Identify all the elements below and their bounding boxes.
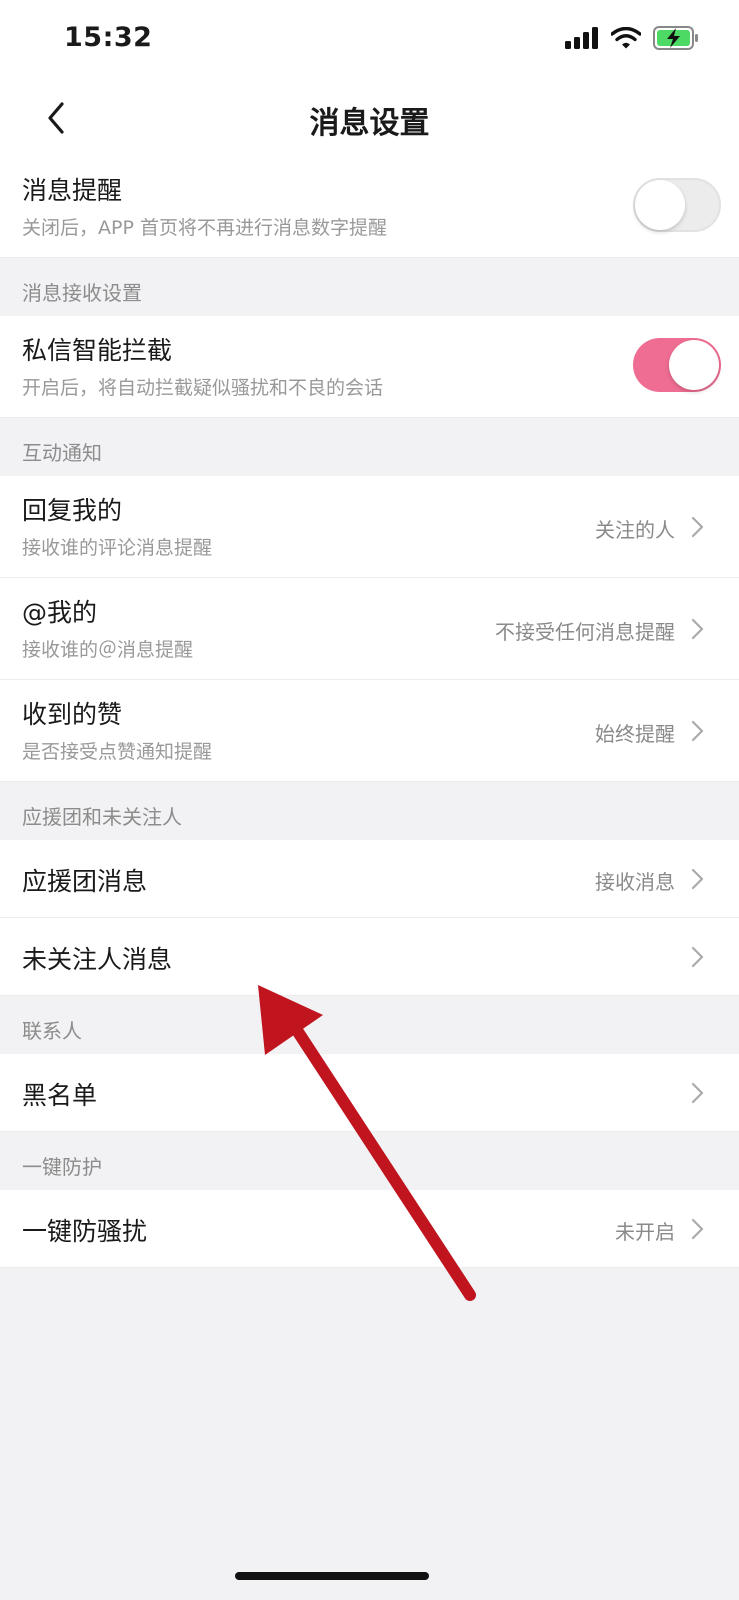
signal-icon [565,27,598,49]
chevron-right-icon [691,868,704,890]
chevron-right-icon [691,1218,704,1240]
message-alert-toggle[interactable] [633,178,721,232]
mention-me-row[interactable]: @我的 接收谁的＠消息提醒 不接受任何消息提醒 [0,578,739,680]
section-label: 互动通知 [22,441,102,465]
fan-group-title: 应援团消息 [22,867,148,896]
dm-filter-toggle[interactable] [633,338,721,392]
dm-filter-row: 私信智能拦截 开启后，将自动拦截疑似骚扰和不良的会话 [0,316,739,418]
likes-row[interactable]: 收到的赞 是否接受点赞通知提醒 始终提醒 [0,680,739,782]
message-alert-title: 消息提醒 [22,176,123,205]
anti-harass-value: 未开启 [615,1220,675,1244]
status-bar: 15:32 [0,0,739,80]
section-label: 消息接收设置 [22,281,142,305]
section-header-interaction: 互动通知 [0,418,739,476]
section-label: 一键防护 [22,1155,102,1179]
likes-value: 始终提醒 [595,722,675,746]
non-followed-title: 未关注人消息 [22,945,173,974]
toggle-knob [635,180,685,230]
chevron-right-icon [691,516,704,538]
reply-me-title: 回复我的 [22,496,123,525]
page-title: 消息设置 [309,106,430,141]
chevron-right-icon [691,1082,704,1104]
reply-me-value: 关注的人 [595,518,675,542]
status-icons [565,26,699,50]
reply-me-subtitle: 接收谁的评论消息提醒 [22,537,213,559]
mention-me-title: @我的 [22,598,98,627]
mention-me-value: 不接受任何消息提醒 [495,620,675,644]
section-header-contacts: 联系人 [0,996,739,1054]
section-header-protection: 一键防护 [0,1132,739,1190]
fan-group-value: 接收消息 [595,870,675,894]
section-label: 联系人 [22,1019,82,1043]
anti-harass-title: 一键防骚扰 [22,1217,148,1246]
anti-harass-row[interactable]: 一键防骚扰 未开启 [0,1190,739,1268]
dm-filter-subtitle: 开启后，将自动拦截疑似骚扰和不良的会话 [22,377,384,399]
home-indicator [235,1572,429,1580]
nav-bar: 消息设置 [0,80,739,156]
fan-group-row[interactable]: 应援团消息 接收消息 [0,840,739,918]
dm-filter-title: 私信智能拦截 [22,336,173,365]
mention-me-subtitle: 接收谁的＠消息提醒 [22,639,194,661]
non-followed-row[interactable]: 未关注人消息 [0,918,739,996]
section-label: 应援团和未关注人 [22,805,182,829]
likes-subtitle: 是否接受点赞通知提醒 [22,741,213,763]
message-alert-row: 消息提醒 关闭后，APP 首页将不再进行消息数字提醒 [0,156,739,258]
message-alert-subtitle: 关闭后，APP 首页将不再进行消息数字提醒 [22,217,387,239]
chevron-right-icon [691,720,704,742]
settings-list: 消息提醒 关闭后，APP 首页将不再进行消息数字提醒 消息接收设置 私信智能拦截… [0,156,739,1268]
likes-title: 收到的赞 [22,700,123,729]
status-time: 15:32 [64,22,153,53]
section-header-fans: 应援团和未关注人 [0,782,739,840]
wifi-icon [611,27,641,49]
blacklist-title: 黑名单 [22,1081,98,1110]
blacklist-row[interactable]: 黑名单 [0,1054,739,1132]
battery-charging-icon [653,26,698,50]
toggle-knob [669,340,719,390]
chevron-right-icon [691,946,704,968]
chevron-right-icon [691,618,704,640]
reply-me-row[interactable]: 回复我的 接收谁的评论消息提醒 关注的人 [0,476,739,578]
section-header-receive: 消息接收设置 [0,258,739,316]
